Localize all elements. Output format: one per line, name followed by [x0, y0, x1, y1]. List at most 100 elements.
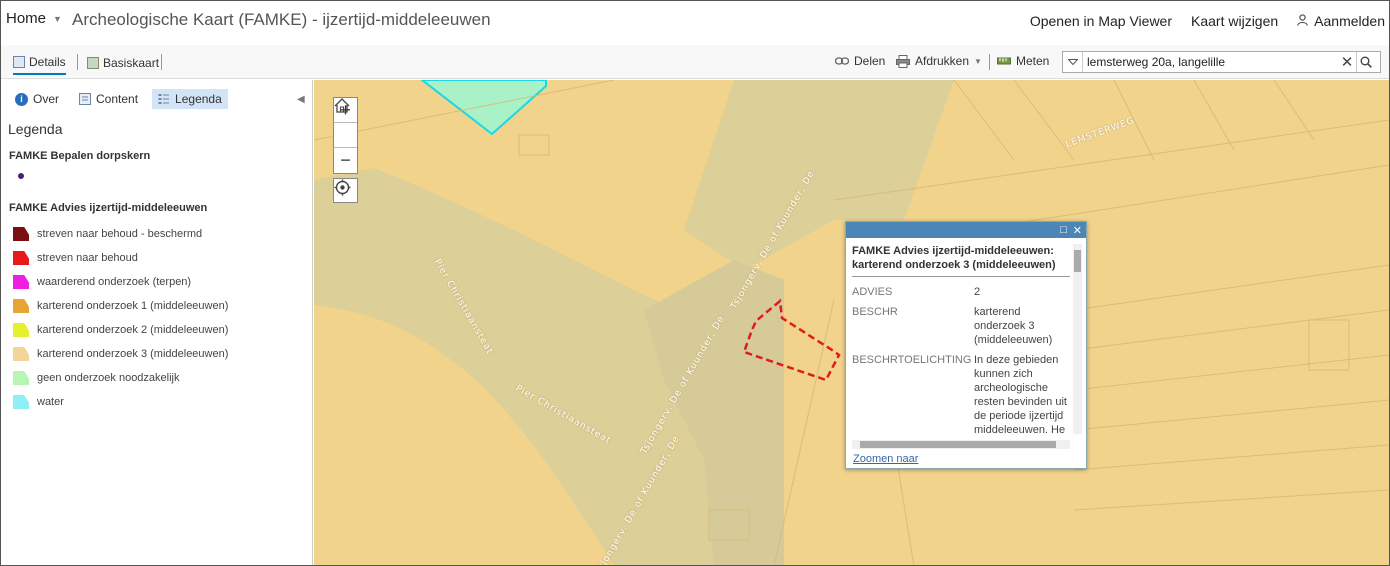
toolbar-divider	[77, 54, 78, 70]
measure-button[interactable]: Meten	[997, 54, 1049, 68]
chevron-down-icon	[1067, 59, 1078, 65]
header-links: Openen in Map Viewer Kaart wijzigen Aanm…	[1030, 13, 1385, 29]
legend-swatch	[13, 275, 29, 289]
tab-legend[interactable]: Legenda	[152, 89, 228, 109]
legend-heading: Legenda	[8, 121, 63, 137]
close-icon[interactable]: ✕	[1073, 224, 1082, 237]
legend-item: streven naar behoud	[13, 251, 138, 265]
collapse-panel-icon[interactable]: ◀	[297, 94, 305, 105]
zoom-to-link[interactable]: Zoomen naar	[853, 453, 918, 465]
clear-search-icon[interactable]: ✕	[1338, 53, 1356, 71]
home-label[interactable]: Home	[6, 10, 46, 27]
home-extent-button[interactable]	[334, 98, 357, 148]
legend-item: waarderend onderzoek (terpen)	[13, 275, 191, 289]
measure-label: Meten	[1016, 54, 1050, 68]
horizontal-scrollbar[interactable]	[852, 440, 1070, 449]
print-label: Afdrukken	[915, 54, 970, 68]
legend-swatch	[13, 323, 29, 337]
locate-icon	[334, 179, 351, 196]
search-source-dropdown[interactable]	[1063, 52, 1083, 72]
legend-item: geen onderzoek noodzakelijk	[13, 371, 180, 385]
ruler-icon	[997, 57, 1011, 65]
legend-item-label: geen onderzoek noodzakelijk	[37, 372, 180, 384]
legend-item: karterend onderzoek 2 (middeleeuwen)	[13, 323, 228, 337]
legend-item-label: water	[37, 396, 64, 408]
attribute-value: karterend onderzoek 3 (middeleeuwen)	[974, 306, 1053, 346]
sign-in-label: Aanmelden	[1314, 13, 1385, 29]
tab-content[interactable]: Content	[73, 89, 144, 109]
attribute-key: BESCHRTOELICHTING	[852, 354, 972, 366]
feature-popup: □ ✕ FAMKE Advies ijzertijd-middeleeuwen:…	[845, 221, 1087, 469]
tab-about-label: Over	[33, 92, 60, 106]
scrollbar-thumb[interactable]	[1074, 250, 1081, 272]
share-button[interactable]: Delen	[835, 54, 885, 68]
locate-button[interactable]	[333, 178, 358, 203]
attribute-value: In deze gebieden kunnen zich archeologis…	[974, 354, 1067, 436]
attribute-key: BESCHR	[852, 306, 898, 318]
edit-map-link[interactable]: Kaart wijzigen	[1191, 13, 1278, 29]
basemap-icon	[87, 57, 99, 69]
attribute-value: 2	[974, 286, 981, 298]
tab-about[interactable]: i Over	[9, 89, 65, 109]
legend-swatch	[13, 227, 29, 241]
search-input[interactable]	[1083, 53, 1338, 71]
content-icon	[79, 93, 92, 105]
legend-item-label: waarderend onderzoek (terpen)	[37, 276, 192, 288]
search-button[interactable]	[1356, 52, 1375, 72]
chevron-down-icon: ▼	[53, 13, 62, 24]
legend-swatch	[13, 395, 29, 409]
user-icon	[1297, 14, 1308, 26]
printer-icon	[896, 54, 910, 68]
legend-icon	[158, 94, 170, 104]
legend-swatch	[13, 371, 29, 385]
popup-header: □ ✕	[846, 222, 1086, 238]
open-in-map-viewer-link[interactable]: Openen in Map Viewer	[1030, 13, 1172, 29]
share-label: Delen	[854, 54, 886, 68]
scrollbar-thumb[interactable]	[860, 441, 1056, 448]
map-view[interactable]: LEMSTERWEG Pier Christiaansteat Pier Chr…	[314, 80, 1389, 565]
layer-title: FAMKE Bepalen dorpskern	[9, 150, 151, 162]
zoom-controls: + −	[333, 97, 358, 174]
tab-basemap[interactable]: Basiskaart	[87, 51, 159, 75]
tab-details[interactable]: Details	[13, 51, 66, 75]
print-button[interactable]: Afdrukken ▼	[896, 54, 982, 68]
legend-item: water	[13, 395, 64, 409]
details-icon	[13, 56, 25, 68]
home-menu[interactable]: Home ▼	[6, 10, 62, 27]
attribute-row: BESCHR karterend onderzoek 3 (middeleeuw…	[852, 305, 1070, 347]
popup-content: FAMKE Advies ijzertijd-middeleeuwen: kar…	[852, 244, 1070, 439]
toolbar-divider	[989, 54, 990, 70]
app-header: Home ▼ Archeologische Kaart (FAMKE) - ij…	[1, 1, 1389, 45]
tab-content-label: Content	[96, 92, 139, 106]
app-frame: Home ▼ Archeologische Kaart (FAMKE) - ij…	[0, 0, 1390, 566]
vertical-scrollbar[interactable]	[1073, 244, 1082, 434]
legend-item-label: streven naar behoud	[37, 252, 138, 264]
point-symbol	[18, 173, 24, 179]
layer-title: FAMKE Advies ijzertijd-middeleeuwen	[9, 202, 208, 214]
tab-basemap-label: Basiskaart	[103, 56, 160, 70]
side-panel: i Over Content Legenda ◀ Legenda FAMKE B…	[1, 80, 322, 565]
search-icon	[1360, 56, 1372, 68]
legend-item-label: karterend onderzoek 1 (middeleeuwen)	[37, 300, 229, 312]
maximize-icon[interactable]: □	[1060, 224, 1067, 236]
popup-title: FAMKE Advies ijzertijd-middeleeuwen: kar…	[852, 244, 1070, 277]
legend-item: karterend onderzoek 3 (middeleeuwen)	[13, 347, 228, 361]
legend-swatch	[13, 347, 29, 361]
chevron-down-icon: ▼	[974, 56, 982, 66]
legend-swatch	[13, 299, 29, 313]
attribute-row: BESCHRTOELICHTING In deze gebieden kunne…	[852, 353, 1070, 437]
legend-item: karterend onderzoek 1 (middeleeuwen)	[13, 299, 228, 313]
tab-details-label: Details	[29, 55, 66, 69]
sign-in-link[interactable]: Aanmelden	[1297, 13, 1385, 29]
attribute-key: ADVIES	[852, 286, 893, 298]
tab-legend-label: Legenda	[175, 92, 222, 106]
legend-item-label: karterend onderzoek 3 (middeleeuwen)	[37, 348, 229, 360]
legend-swatch	[13, 251, 29, 265]
link-icon	[835, 57, 849, 65]
toolbar: Details Basiskaart Delen Afdrukken ▼ Met…	[1, 45, 1389, 79]
legend-item-label: streven naar behoud - beschermd	[37, 228, 203, 240]
home-icon	[334, 98, 350, 113]
page-title: Archeologische Kaart (FAMKE) - ijzertijd…	[72, 10, 491, 29]
info-icon: i	[15, 92, 28, 106]
zoom-out-button[interactable]: −	[334, 148, 357, 173]
